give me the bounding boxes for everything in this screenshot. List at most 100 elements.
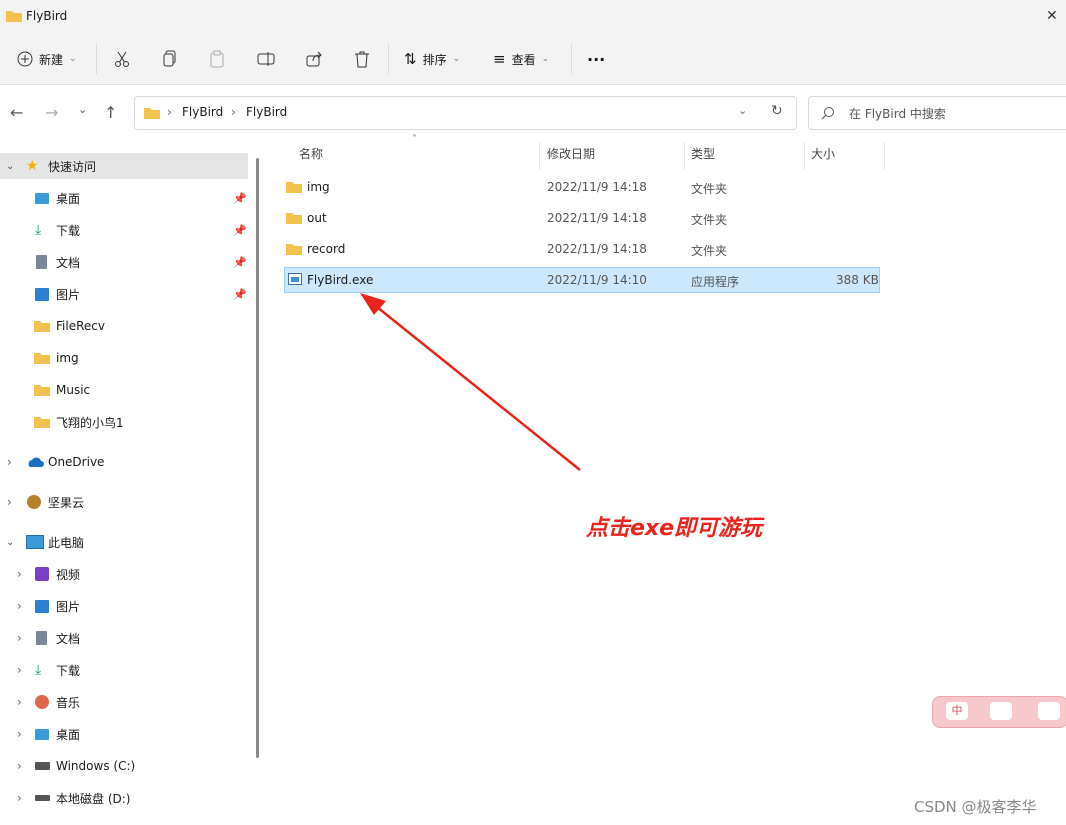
column-header-size[interactable]: 大小 [811, 145, 835, 165]
watermark: CSDN @极客李华 [914, 798, 1037, 816]
sidebar-item-label: 图片 [56, 599, 81, 614]
folder-icon [34, 385, 50, 396]
sidebar-item-img[interactable]: img [0, 345, 248, 371]
sidebar-item-pc-desktop[interactable]: › 桌面 [0, 721, 248, 747]
pin-icon[interactable]: 📌 [233, 224, 247, 237]
breadcrumb-item[interactable]: FlyBird [246, 105, 287, 119]
chevron-down-icon[interactable]: ⌄ [6, 161, 14, 172]
sidebar-item-desktop[interactable]: 桌面 📌 [0, 185, 248, 211]
rename-icon [257, 52, 275, 66]
column-divider[interactable] [804, 142, 805, 170]
column-header-type[interactable]: 类型 [691, 145, 715, 165]
folder-icon [286, 213, 302, 224]
sidebar-item-quick-access[interactable]: ⌄ ★ 快速访问 [0, 153, 248, 179]
sidebar-item-pc-pictures[interactable]: › 图片 [0, 593, 248, 619]
chevron-right-icon[interactable]: › [17, 791, 22, 805]
sidebar-item-pc-documents[interactable]: › 文档 [0, 625, 248, 651]
refresh-icon[interactable]: ↻ [771, 103, 783, 119]
breadcrumb-item[interactable]: FlyBird [182, 105, 223, 119]
back-arrow-icon[interactable]: ← [10, 103, 23, 122]
search-box[interactable]: 在 FlyBird 中搜索 [808, 96, 1066, 130]
chevron-right-icon[interactable]: › [7, 455, 12, 469]
file-name: record [307, 242, 346, 256]
new-button[interactable]: 新建 ⌄ [17, 34, 77, 84]
chevron-right-icon[interactable]: › [17, 663, 22, 677]
folder-icon [286, 244, 302, 255]
sidebar-item-label: 此电脑 [48, 535, 85, 550]
sort-ascending-icon: ˄ [412, 134, 417, 145]
sidebar-item-jianguoyun[interactable]: › 坚果云 [0, 489, 248, 515]
delete-button[interactable] [354, 34, 370, 84]
chevron-right-icon[interactable]: › [17, 727, 22, 741]
sidebar-item-drive-d[interactable]: › 本地磁盘 (D:) [0, 785, 248, 811]
new-label: 新建 [39, 52, 64, 67]
document-icon [36, 631, 47, 645]
sidebar-item-filerecv[interactable]: FileRecv [0, 313, 248, 339]
up-arrow-icon[interactable]: ↑ [104, 103, 117, 122]
chevron-right-icon[interactable]: › [17, 631, 22, 645]
sort-button[interactable]: ⇅ 排序 ⌄ [404, 34, 460, 84]
column-divider[interactable] [884, 142, 885, 170]
sidebar-item-videos[interactable]: › 视频 [0, 561, 248, 587]
forward-arrow-icon[interactable]: → [45, 103, 58, 122]
sidebar-item-pc-music[interactable]: › 音乐 [0, 689, 248, 715]
sidebar-item-label: 桌面 [56, 727, 81, 742]
sidebar-scrollbar[interactable] [256, 158, 259, 758]
file-name: img [307, 180, 330, 194]
view-label: 查看 [511, 52, 536, 67]
picture-icon [35, 287, 49, 301]
column-divider[interactable] [684, 142, 685, 170]
pin-icon[interactable]: 📌 [233, 192, 247, 205]
sidebar-item-label: img [56, 351, 79, 365]
command-bar: 新建 ⌄ ⇅ 排序 ⌄ ≡ 查看 ⌄ ··· [0, 34, 1066, 85]
navigation-pane: ⌄ ★ 快速访问 桌面 📌 ⤓ 下载 📌 文档 📌 图片 📌 FileRecv … [0, 150, 250, 825]
sidebar-item-pictures[interactable]: 图片 📌 [0, 281, 248, 307]
column-divider[interactable] [539, 142, 540, 170]
sidebar-item-documents[interactable]: 文档 📌 [0, 249, 248, 275]
sidebar-item-pc-downloads[interactable]: › ⤓ 下载 [0, 657, 248, 683]
share-icon [306, 51, 322, 67]
sidebar-item-this-pc[interactable]: ⌄ 此电脑 [0, 529, 248, 555]
recent-chevron-icon[interactable]: ⌄ [78, 103, 87, 116]
sidebar-item-drive-c[interactable]: › Windows (C:) [0, 753, 248, 779]
sidebar-item-flybird-folder[interactable]: 飞翔的小鸟1 [0, 409, 248, 435]
sidebar-item-label: 文档 [56, 631, 81, 646]
scissors-icon [115, 51, 129, 67]
share-button[interactable] [305, 34, 323, 84]
chevron-right-icon[interactable]: › [7, 495, 12, 509]
pin-icon[interactable]: 📌 [233, 256, 247, 269]
address-bar[interactable]: › FlyBird › FlyBird ⌄ ↻ [134, 96, 797, 130]
file-modified: 2022/11/9 14:18 [547, 242, 647, 256]
file-row[interactable]: img 2022/11/9 14:18 文件夹 [284, 174, 880, 200]
column-header-modified[interactable]: 修改日期 [547, 145, 595, 165]
file-type: 应用程序 [691, 275, 740, 289]
cut-button[interactable] [113, 34, 131, 84]
paste-button[interactable] [209, 34, 225, 84]
sidebar-item-music[interactable]: Music [0, 377, 248, 403]
title-bar: FlyBird ✕ [0, 0, 1066, 34]
chevron-right-icon[interactable]: › [17, 759, 22, 773]
paste-icon [210, 50, 224, 68]
chevron-down-icon: ⌄ [69, 54, 77, 64]
sidebar-item-label: 音乐 [56, 695, 81, 710]
chevron-right-icon[interactable]: › [17, 695, 22, 709]
rename-button[interactable] [257, 34, 275, 84]
chevron-down-icon[interactable]: ⌄ [6, 537, 14, 548]
chevron-down-icon[interactable]: ⌄ [738, 104, 747, 117]
annotation-arrow-icon [360, 293, 581, 471]
file-type: 文件夹 [691, 244, 728, 258]
file-row[interactable]: record 2022/11/9 14:18 文件夹 [284, 236, 880, 262]
pin-icon[interactable]: 📌 [233, 288, 247, 301]
view-button[interactable]: ≡ 查看 ⌄ [493, 34, 549, 84]
sidebar-item-downloads[interactable]: ⤓ 下载 📌 [0, 217, 248, 243]
sidebar-item-label: 本地磁盘 (D:) [56, 791, 131, 806]
chevron-right-icon[interactable]: › [17, 567, 22, 581]
column-header-name[interactable]: 名称 [299, 145, 323, 165]
sidebar-item-onedrive[interactable]: › OneDrive [0, 449, 248, 475]
file-row[interactable]: out 2022/11/9 14:18 文件夹 [284, 205, 880, 231]
plus-circle-icon [17, 51, 33, 67]
chevron-right-icon[interactable]: › [17, 599, 22, 613]
close-icon[interactable]: ✕ [1046, 8, 1058, 24]
more-button[interactable]: ··· [587, 34, 605, 84]
copy-button[interactable] [162, 34, 178, 84]
